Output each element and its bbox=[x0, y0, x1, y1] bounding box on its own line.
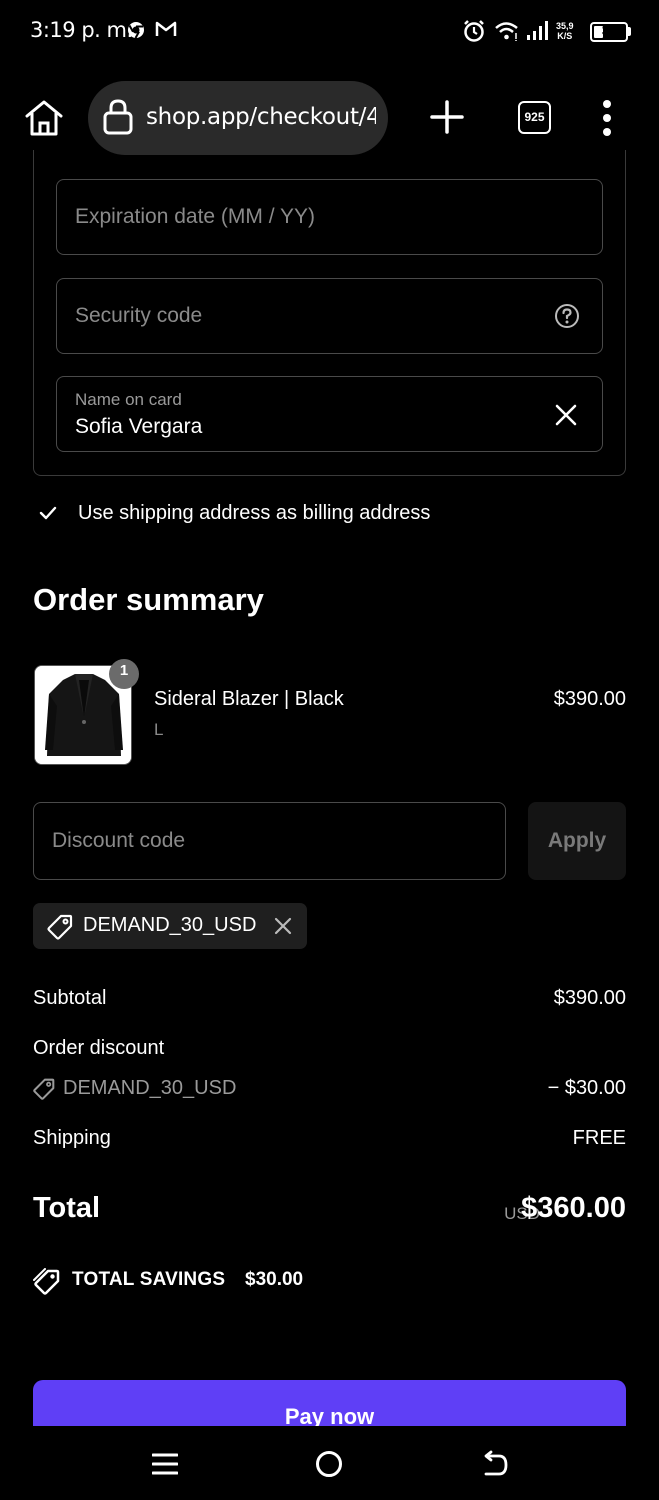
recent-apps-button[interactable] bbox=[151, 1452, 179, 1481]
system-navigation-bar bbox=[0, 1426, 659, 1500]
apply-button[interactable]: Apply bbox=[528, 802, 626, 880]
home-icon bbox=[25, 100, 63, 136]
subtotal-value: $390.00 bbox=[553, 987, 626, 1009]
new-tab-button[interactable] bbox=[428, 98, 466, 136]
applied-discount-chip: DEMAND_30_USD bbox=[33, 903, 307, 949]
product-variant: L bbox=[154, 720, 164, 739]
total-value: $360.00 bbox=[521, 1192, 626, 1224]
battery-icon: 30 bbox=[590, 22, 628, 42]
discount-code-input[interactable]: Discount code bbox=[33, 802, 506, 880]
pay-now-label: Pay now bbox=[284, 1404, 375, 1426]
chrome-icon bbox=[126, 20, 146, 45]
gmail-icon bbox=[155, 20, 177, 43]
menu-dot-icon bbox=[603, 128, 611, 136]
billing-address-label: Use shipping address as billing address bbox=[78, 502, 431, 524]
security-placeholder: Security code bbox=[75, 304, 203, 327]
order-discount-code: DEMAND_30_USD bbox=[63, 1077, 237, 1099]
menu-lines-icon bbox=[151, 1453, 179, 1475]
shipping-value: FREE bbox=[572, 1127, 626, 1149]
total-savings-label: TOTAL SAVINGS bbox=[72, 1269, 226, 1290]
alarm-icon bbox=[462, 19, 486, 48]
name-on-card-field[interactable]: Name on card Sofia Vergara bbox=[56, 376, 603, 452]
security-code-field[interactable]: Security code bbox=[56, 278, 603, 354]
menu-dot-icon bbox=[603, 100, 611, 108]
subtotal-label: Subtotal bbox=[33, 987, 107, 1009]
back-button[interactable] bbox=[481, 1450, 509, 1483]
total-label: Total bbox=[33, 1192, 101, 1224]
url-text: shop.app/checkout/4 bbox=[146, 104, 376, 130]
name-on-card-value: Sofia Vergara bbox=[75, 415, 203, 438]
tabs-count: 925 bbox=[524, 110, 545, 124]
plus-icon bbox=[430, 100, 464, 134]
tag-icon bbox=[33, 1078, 55, 1105]
status-time: 3:19 p. m. bbox=[30, 18, 133, 42]
expiration-date-field[interactable]: Expiration date (MM / YY) bbox=[56, 179, 603, 255]
checkmark-icon bbox=[38, 504, 58, 527]
product-name: Sideral Blazer | Black bbox=[154, 688, 344, 710]
help-icon[interactable] bbox=[554, 303, 580, 334]
speed-value: 35,9 bbox=[556, 21, 574, 31]
name-on-card-label: Name on card bbox=[75, 390, 182, 409]
more-menu-button[interactable] bbox=[597, 100, 617, 136]
battery-level: 30 bbox=[601, 23, 617, 38]
address-bar[interactable]: shop.app/checkout/4 bbox=[88, 81, 388, 155]
order-discount-label: Order discount bbox=[33, 1037, 165, 1059]
wifi-icon bbox=[494, 20, 520, 47]
back-arrow-icon bbox=[484, 1450, 508, 1476]
menu-dot-icon bbox=[603, 114, 611, 122]
savings-tag-icon bbox=[33, 1268, 61, 1301]
battery-tip bbox=[628, 27, 631, 36]
product-price: $390.00 bbox=[553, 688, 626, 710]
discount-placeholder: Discount code bbox=[52, 829, 186, 852]
shipping-label: Shipping bbox=[33, 1127, 111, 1149]
expiration-placeholder: Expiration date (MM / YY) bbox=[75, 205, 316, 228]
home-button[interactable] bbox=[22, 98, 66, 138]
signal-icon bbox=[526, 21, 550, 46]
total-savings-amount: $30.00 bbox=[245, 1269, 304, 1290]
status-bar: 3:19 p. m. 35,9 K/S 30 bbox=[0, 0, 659, 66]
order-summary-title: Order summary bbox=[33, 582, 264, 617]
applied-discount-code: DEMAND_30_USD bbox=[83, 914, 257, 936]
tag-icon bbox=[47, 914, 73, 945]
order-discount-value: − $30.00 bbox=[547, 1077, 626, 1099]
home-circle-button[interactable] bbox=[316, 1451, 342, 1477]
speed-unit: K/S bbox=[557, 31, 573, 41]
tabs-button[interactable]: 925 bbox=[518, 101, 551, 134]
pay-now-button[interactable]: Pay now bbox=[33, 1380, 626, 1426]
quantity-badge: 1 bbox=[109, 659, 139, 689]
clear-icon[interactable] bbox=[554, 403, 578, 427]
remove-discount-icon[interactable] bbox=[273, 916, 293, 941]
lock-icon bbox=[102, 98, 134, 141]
network-speed: 35,9 K/S bbox=[556, 21, 574, 41]
